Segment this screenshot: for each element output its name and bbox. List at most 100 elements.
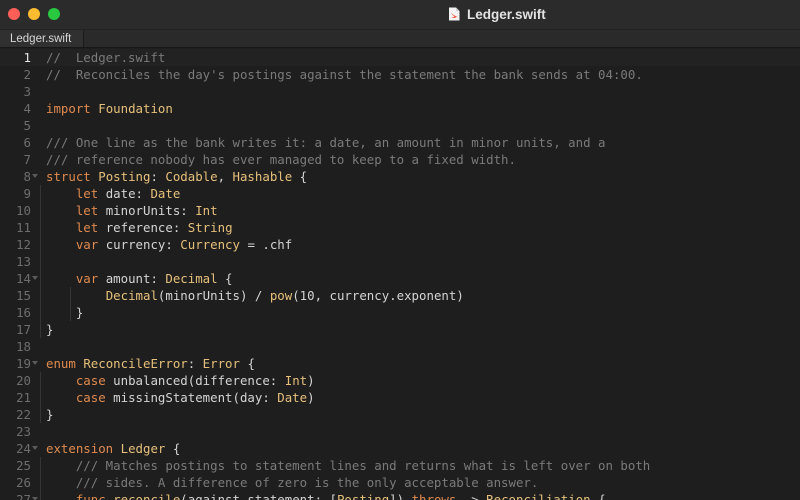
code-line[interactable]: 17} <box>0 321 800 338</box>
code-token: unbalanced(difference: <box>105 373 285 388</box>
code-token: var <box>75 271 99 286</box>
code-token: struct <box>46 169 91 184</box>
code-line[interactable]: 4 import Foundation <box>0 100 800 117</box>
code-token: let <box>75 203 99 218</box>
code-line[interactable]: 21 case missingStatement(day: Date) <box>0 389 800 406</box>
code-token: throws <box>411 492 457 500</box>
tab-ledger-swift[interactable]: Ledger.swift <box>0 30 84 47</box>
code-token: reconcile <box>113 492 181 500</box>
code-line[interactable]: 7 /// reference nobody has ever managed t… <box>0 151 800 168</box>
code-line[interactable]: 25 /// Matches postings to statement lin… <box>0 457 800 474</box>
code-token: = .chf <box>239 237 293 252</box>
code-text: let reference: String <box>46 219 233 236</box>
code-line[interactable]: 18 <box>0 338 800 355</box>
code-text: import Foundation <box>46 100 173 117</box>
code-token: Date <box>150 186 181 201</box>
code-token: ]) <box>389 492 412 500</box>
code-token: // Ledger.swift <box>46 50 166 65</box>
code-line[interactable]: 1 // Ledger.swift <box>0 49 800 66</box>
indent-guide <box>40 185 41 338</box>
code-line[interactable]: 27 func reconcile(against statement: [Po… <box>0 491 800 500</box>
code-text: // Reconciles the day's postings against… <box>46 66 643 83</box>
code-text: // Ledger.swift <box>46 49 165 66</box>
line-number: 18 <box>16 339 31 354</box>
code-token: func <box>75 492 106 500</box>
line-number: 6 <box>23 135 31 150</box>
code-editor[interactable]: 1 // Ledger.swift 2 // Reconciles the day's… <box>0 48 800 500</box>
code-token: enum <box>46 356 76 371</box>
line-number: 23 <box>16 424 31 439</box>
line-number: 5 <box>23 118 31 133</box>
code-line[interactable]: 13 <box>0 253 800 270</box>
code-text: /// One line as the bank writes it: a da… <box>46 134 606 151</box>
code-line[interactable]: 24 extension Ledger { <box>0 440 800 457</box>
code-token: } <box>46 322 54 337</box>
window-title: Ledger.swift <box>448 6 546 22</box>
code-line[interactable]: 6 /// One line as the bank writes it: a d… <box>0 134 800 151</box>
code-token: missingStatement(day: <box>105 390 278 405</box>
fold-chevron-icon[interactable] <box>32 174 38 178</box>
code-line[interactable]: 11 let reference: String <box>0 219 800 236</box>
code-line[interactable]: 20 case unbalanced(difference: Int) <box>0 372 800 389</box>
code-token: (minorUnits) / <box>157 288 270 303</box>
close-window-button[interactable] <box>8 8 20 20</box>
code-line[interactable]: 10 let minorUnits: Int <box>0 202 800 219</box>
code-token: Decimal <box>105 288 158 303</box>
code-line[interactable]: 5 <box>0 117 800 134</box>
code-text: case missingStatement(day: Date) <box>46 389 315 406</box>
fold-chevron-icon[interactable] <box>32 276 38 280</box>
code-token: Date <box>277 390 308 405</box>
code-token: ) <box>307 390 315 405</box>
code-token: (10, currency.exponent) <box>292 288 464 303</box>
code-line[interactable]: 19 enum ReconcileError: Error { <box>0 355 800 372</box>
indent-guide <box>70 287 71 321</box>
zoom-window-button[interactable] <box>48 8 60 20</box>
code-token: Posting <box>336 492 390 500</box>
code-line[interactable]: 22} <box>0 406 800 423</box>
code-token: case <box>75 390 106 405</box>
code-line[interactable]: 8 struct Posting: Codable, Hashable { <box>0 168 800 185</box>
code-line[interactable]: 14 var amount: Decimal { <box>0 270 800 287</box>
line-number: 20 <box>16 373 31 388</box>
line-number: 12 <box>16 237 31 252</box>
tab-label: Ledger.swift <box>10 32 72 45</box>
code-token: { <box>590 492 606 500</box>
code-token: { <box>239 356 255 371</box>
code-token: var <box>75 237 99 252</box>
title-bar[interactable]: Ledger.swift <box>0 0 800 30</box>
code-line[interactable]: 9 let date: Date <box>0 185 800 202</box>
code-line[interactable]: 12 var currency: Currency = .chf <box>0 236 800 253</box>
code-line[interactable]: 2 // Reconciles the day's postings agains… <box>0 66 800 83</box>
code-token: } <box>46 407 54 422</box>
fold-chevron-icon[interactable] <box>32 446 38 450</box>
code-token: extension <box>46 441 114 456</box>
code-token: String <box>187 220 233 235</box>
code-text: struct Posting: Codable, Hashable { <box>46 168 307 185</box>
code-token: } <box>46 305 84 320</box>
line-number: 14 <box>16 271 31 286</box>
code-token: Ledger <box>120 441 166 456</box>
code-line[interactable]: 26 /// sides. A difference of zero is th… <box>0 474 800 491</box>
code-line[interactable]: 3 <box>0 83 800 100</box>
fold-chevron-icon[interactable] <box>32 361 38 365</box>
line-number: 8 <box>23 169 31 184</box>
code-line[interactable]: 15 Decimal(minorUnits) / pow(10, currenc… <box>0 287 800 304</box>
line-number: 4 <box>23 101 31 116</box>
code-line[interactable]: 23 <box>0 423 800 440</box>
code-token: : <box>150 169 166 184</box>
line-number: 11 <box>16 220 31 235</box>
code-token: /// One line as the bank writes it: a da… <box>46 135 606 150</box>
code-token: let <box>75 186 99 201</box>
code-line[interactable]: 16 } <box>0 304 800 321</box>
tab-bar: Ledger.swift <box>0 30 800 48</box>
line-number: 3 <box>23 84 31 99</box>
code-text: /// reference nobody has ever managed to… <box>46 151 516 168</box>
minimize-window-button[interactable] <box>28 8 40 20</box>
